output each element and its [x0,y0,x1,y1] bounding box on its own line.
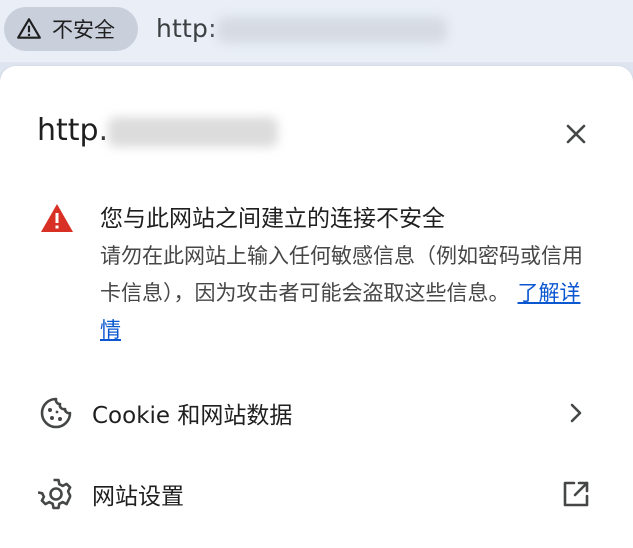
url-prefix: http: [156,14,217,43]
security-chip[interactable]: 不安全 [4,7,138,51]
warning-icon [41,204,73,232]
warning-triangle-icon [17,18,41,39]
security-chip-label: 不安全 [52,18,115,42]
site-settings-row-label: 网站设置 [92,484,184,510]
cookie-icon [40,397,72,429]
redacted-domain [216,17,447,43]
redacted-host [108,116,279,147]
popup-title-prefix: http. [37,113,109,148]
chevron-right-icon [570,403,582,423]
warning-body: 请勿在此网站上输入任何敏感信息（例如密码或信用卡信息），因为攻击者可能会盗取这些… [100,238,595,349]
popup-title: http. [37,113,279,148]
warning-body-text: 请勿在此网站上输入任何敏感信息（例如密码或信用卡信息），因为攻击者可能会盗取这些… [100,244,583,305]
site-info-popup: http. 您与此网站之间建立的连接不安全 请勿在此网站上输入任何敏感信息（例如… [0,66,633,548]
open-in-new-icon [563,481,589,507]
url-text[interactable]: http: [156,14,447,43]
cookies-row-label: Cookie 和网站数据 [92,403,293,429]
omnibox[interactable]: 不安全 http: [0,0,633,62]
warning-heading: 您与此网站之间建立的连接不安全 [100,206,445,232]
cookies-row[interactable]: Cookie 和网站数据 [0,381,633,445]
gear-icon [38,478,72,510]
close-icon[interactable] [560,118,592,150]
site-settings-row[interactable]: 网站设置 [0,462,633,526]
